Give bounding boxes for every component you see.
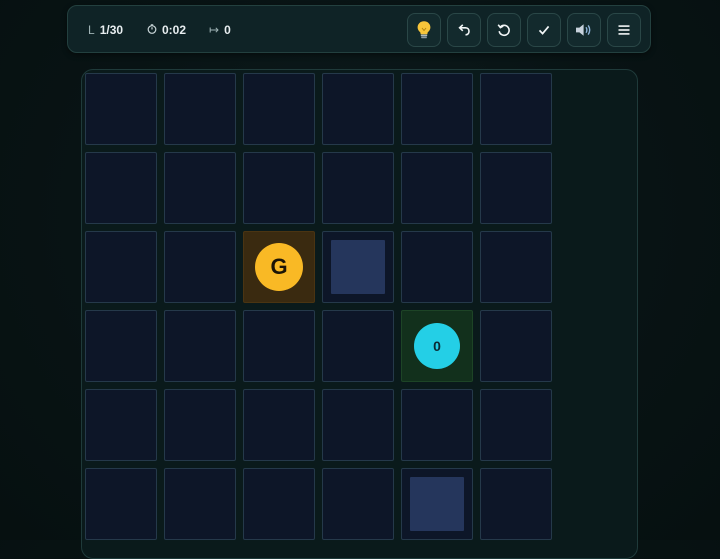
moves-icon: ↦ xyxy=(209,23,220,37)
grid-cell[interactable] xyxy=(243,73,315,145)
move-counter: ↦ 0 xyxy=(209,6,231,54)
grid-cell[interactable] xyxy=(85,310,157,382)
player-tile[interactable]: 0 xyxy=(401,310,473,382)
grid-cell[interactable] xyxy=(164,231,236,303)
moves-value: 0 xyxy=(224,23,231,37)
grid-cell[interactable] xyxy=(401,73,473,145)
grid-cell[interactable] xyxy=(401,231,473,303)
check-button[interactable] xyxy=(527,13,561,47)
grid-cell[interactable] xyxy=(85,389,157,461)
grid-cell[interactable] xyxy=(480,468,552,540)
menu-button[interactable] xyxy=(607,13,641,47)
grid-cell[interactable] xyxy=(322,468,394,540)
grid-cell[interactable] xyxy=(85,152,157,224)
grid-cell[interactable] xyxy=(243,468,315,540)
grid-cell[interactable] xyxy=(85,73,157,145)
game-board: G0 xyxy=(81,69,638,559)
grid-cell[interactable] xyxy=(85,468,157,540)
grid-cell[interactable] xyxy=(322,73,394,145)
block-tile[interactable] xyxy=(322,231,394,303)
lightbulb-icon xyxy=(415,20,433,40)
level-icon: L xyxy=(88,23,95,37)
level-value: 1/30 xyxy=(99,23,124,37)
block-tile[interactable] xyxy=(401,468,473,540)
goal-tile[interactable]: G xyxy=(243,231,315,303)
grid-cell[interactable] xyxy=(243,152,315,224)
grid-cell[interactable] xyxy=(164,310,236,382)
grid-cell[interactable] xyxy=(243,310,315,382)
top-toolbar: L 1/30 0:02 ↦ 0 xyxy=(67,5,651,53)
grid-cell[interactable] xyxy=(322,152,394,224)
speaker-icon xyxy=(574,22,594,38)
menu-icon xyxy=(617,23,631,37)
grid-cell[interactable] xyxy=(164,389,236,461)
grid-cell[interactable] xyxy=(480,152,552,224)
sound-button[interactable] xyxy=(567,13,601,47)
block xyxy=(410,477,464,531)
grid-cell[interactable] xyxy=(85,231,157,303)
grid-cell[interactable] xyxy=(480,231,552,303)
grid-cell[interactable] xyxy=(164,468,236,540)
grid-cell[interactable] xyxy=(322,389,394,461)
level-indicator: L 1/30 xyxy=(88,6,123,54)
goal-marker: G xyxy=(255,243,303,291)
timer-icon xyxy=(147,24,157,36)
grid-cell[interactable] xyxy=(480,73,552,145)
hint-button[interactable] xyxy=(407,13,441,47)
grid-cell[interactable] xyxy=(480,389,552,461)
block xyxy=(331,240,385,294)
player-token[interactable]: 0 xyxy=(414,323,460,369)
grid-cell[interactable] xyxy=(164,152,236,224)
timer: 0:02 xyxy=(147,6,186,54)
grid-cell[interactable] xyxy=(164,73,236,145)
checkmark-icon xyxy=(537,23,551,37)
timer-value: 0:02 xyxy=(162,23,187,37)
grid-cell[interactable] xyxy=(401,152,473,224)
undo-icon xyxy=(457,23,471,37)
grid-cell[interactable] xyxy=(243,389,315,461)
grid-cell[interactable] xyxy=(322,310,394,382)
grid-cell[interactable] xyxy=(480,310,552,382)
grid-cell[interactable] xyxy=(401,389,473,461)
restart-icon xyxy=(497,23,511,37)
undo-button[interactable] xyxy=(447,13,481,47)
restart-button[interactable] xyxy=(487,13,521,47)
